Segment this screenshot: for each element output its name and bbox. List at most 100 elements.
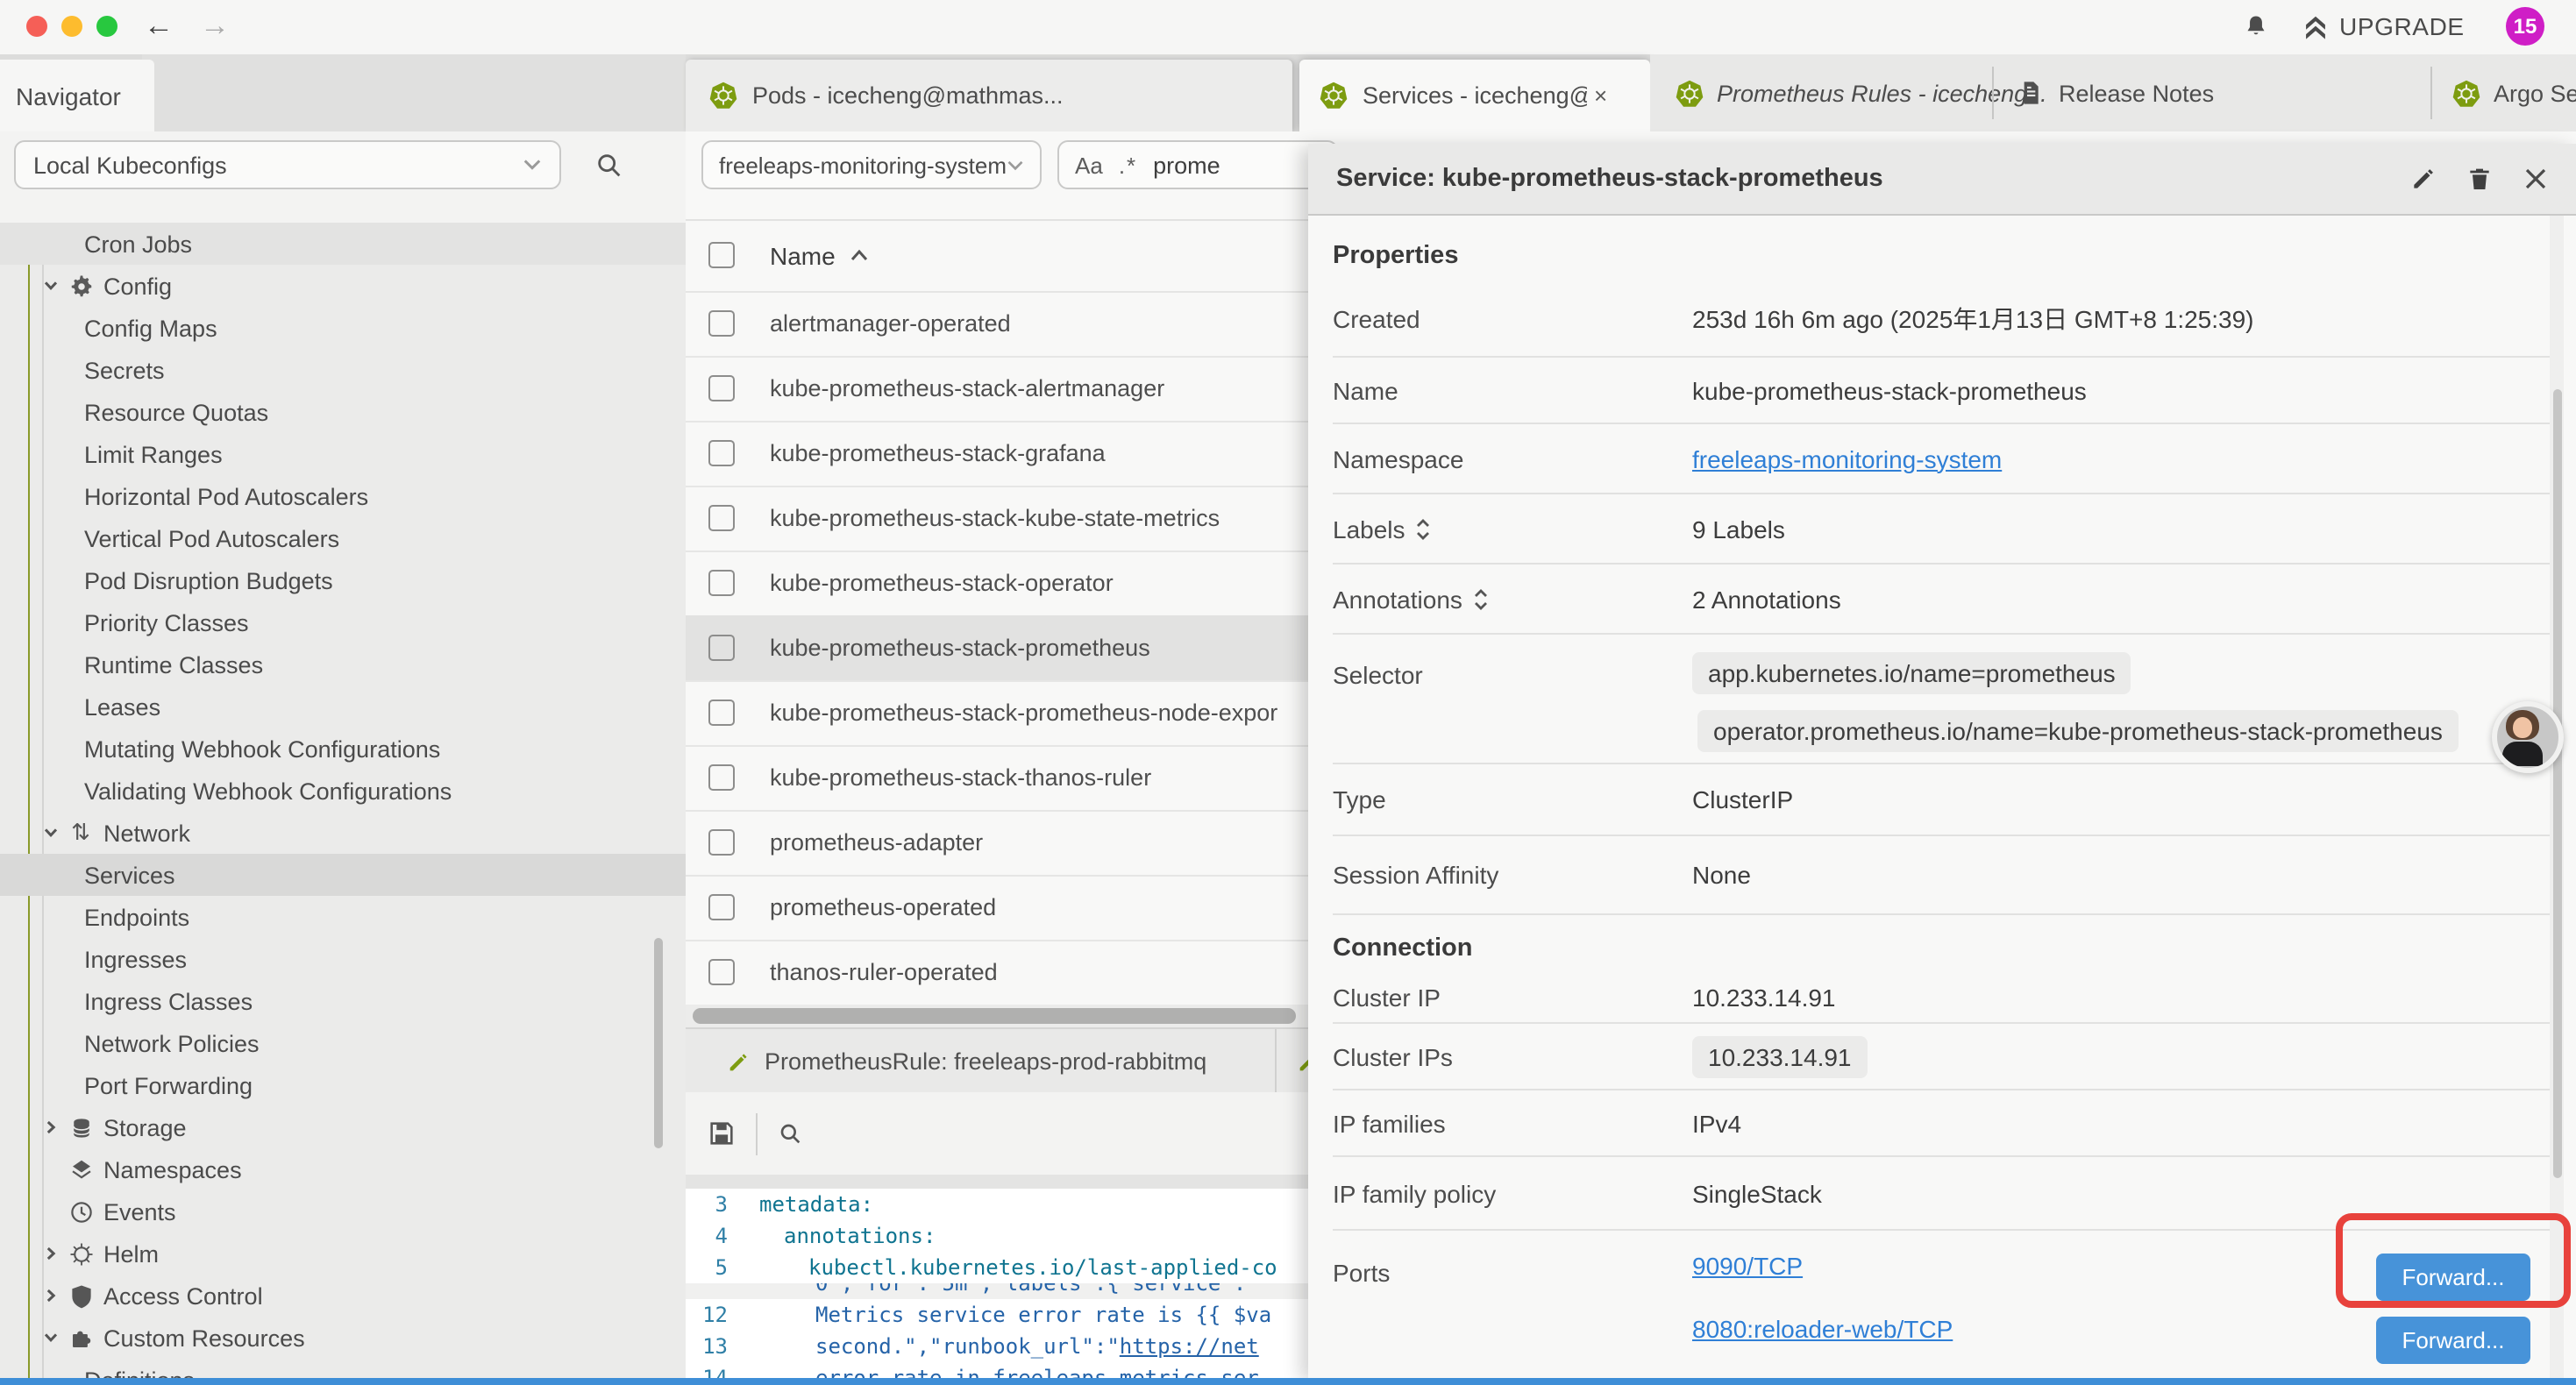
sidebar-item-horizontal-pod-autoscalers[interactable]: Horizontal Pod Autoscalers <box>0 475 686 517</box>
selector-chip: app.kubernetes.io/name=prometheus <box>1692 652 2131 694</box>
row-checkbox[interactable] <box>708 894 735 920</box>
sidebar-item-secrets[interactable]: Secrets <box>0 349 686 391</box>
sidebar-item-endpoints[interactable]: Endpoints <box>0 896 686 938</box>
tab-divider <box>1992 67 1994 119</box>
save-icon[interactable] <box>707 1119 737 1148</box>
sidebar-item-limit-ranges[interactable]: Limit Ranges <box>0 433 686 475</box>
namespace-link[interactable]: freeleaps-monitoring-system <box>1692 444 2002 472</box>
sidebar-item-ingresses[interactable]: Ingresses <box>0 938 686 980</box>
name-column-header[interactable]: Name <box>770 241 836 269</box>
row-checkbox[interactable] <box>708 764 735 791</box>
sidebar-item-network-policies[interactable]: Network Policies <box>0 1022 686 1064</box>
kubeconfig-selector-value: Local Kubeconfigs <box>33 152 227 178</box>
tab-strip: Navigator Pods - icecheng@mathmas... Ser… <box>0 54 2576 131</box>
sidebar-item-access-control[interactable]: Access Control <box>0 1275 686 1317</box>
session-affinity-value: None <box>1692 861 1751 889</box>
user-avatar[interactable] <box>2492 701 2564 773</box>
row-checkbox[interactable] <box>708 700 735 726</box>
sidebar-item-services[interactable]: Services <box>0 854 686 896</box>
row-checkbox[interactable] <box>708 959 735 985</box>
tab-label: Pods - icecheng@mathmas... <box>752 82 1064 109</box>
service-details-panel: Service: kube-prometheus-stack-prometheu… <box>1308 144 2576 1378</box>
row-checkbox[interactable] <box>708 635 735 661</box>
upgrade-chevrons-icon[interactable] <box>2301 14 2330 40</box>
sidebar-item-runtime-classes[interactable]: Runtime Classes <box>0 643 686 685</box>
tab-release-notes[interactable]: Release Notes <box>2017 54 2214 131</box>
sidebar-item-config-maps[interactable]: Config Maps <box>0 307 686 349</box>
sidebar-item-priority-classes[interactable]: Priority Classes <box>0 601 686 643</box>
row-checkbox[interactable] <box>708 440 735 466</box>
sort-ascending-icon[interactable] <box>850 247 871 263</box>
navigator-panel-tab[interactable]: Navigator <box>0 60 154 131</box>
row-checkbox[interactable] <box>708 829 735 856</box>
select-all-checkbox[interactable] <box>708 242 735 268</box>
details-scrollbar-thumb[interactable] <box>2553 389 2562 1178</box>
forward-port-button[interactable]: Forward... <box>2376 1317 2530 1364</box>
namespace-filter-value: freeleaps-monitoring-system <box>719 152 1007 178</box>
search-icon[interactable] <box>594 151 624 181</box>
match-case-toggle[interactable]: Aa <box>1075 152 1103 178</box>
sidebar-item-config[interactable]: Config <box>0 265 686 307</box>
clock-icon <box>67 1197 95 1225</box>
selector-row: Selector app.kubernetes.io/name=promethe… <box>1333 635 2557 764</box>
kubeconfig-selector[interactable]: Local Kubeconfigs <box>14 140 561 189</box>
red-annotation-box <box>2336 1213 2571 1308</box>
sidebar-item-resource-quotas[interactable]: Resource Quotas <box>0 391 686 433</box>
row-checkbox[interactable] <box>708 505 735 531</box>
namespace-filter-select[interactable]: freeleaps-monitoring-system <box>701 140 1042 189</box>
row-checkbox[interactable] <box>708 570 735 596</box>
search-input[interactable]: Aa .* prome <box>1057 140 1338 189</box>
minimize-window-light[interactable] <box>61 16 82 37</box>
delete-trash-icon[interactable] <box>2457 156 2502 202</box>
kubernetes-icon <box>1319 81 1348 110</box>
runbook-url-link[interactable]: https://net <box>1120 1334 1259 1359</box>
annotations-count[interactable]: 2 Annotations <box>1692 585 1841 613</box>
dock-tab-prometheusrule[interactable]: PrometheusRule: freeleaps-prod-rabbitmq <box>686 1048 1275 1075</box>
close-window-light[interactable] <box>26 16 47 37</box>
bell-icon[interactable] <box>2241 12 2271 42</box>
close-icon[interactable] <box>2513 156 2558 202</box>
tab-services-active[interactable]: Services - icecheng@math... × <box>1299 60 1650 131</box>
tab-argo[interactable]: Argo Se <box>2451 54 2576 131</box>
row-checkbox[interactable] <box>708 375 735 401</box>
back-arrow-icon[interactable]: ← <box>144 9 174 44</box>
editor-search-icon[interactable] <box>777 1119 805 1147</box>
notification-badge[interactable]: 15 <box>2506 7 2544 46</box>
close-tab-icon[interactable]: × <box>1594 82 1607 109</box>
app-window: ← → UPGRADE 15 Navigator Pods - icecheng… <box>0 0 2576 1385</box>
sidebar-item-port-forwarding[interactable]: Port Forwarding <box>0 1064 686 1106</box>
forward-arrow-icon[interactable]: → <box>200 9 230 44</box>
sidebar-item-cron-jobs[interactable]: Cron Jobs <box>0 223 686 265</box>
tab-pods[interactable]: Pods - icecheng@mathmas... <box>686 60 1292 131</box>
sidebar-item-storage[interactable]: Storage <box>0 1106 686 1148</box>
sidebar-item-network[interactable]: ⇅ Network <box>0 812 686 854</box>
expand-chevrons-icon[interactable] <box>1473 586 1489 611</box>
kubernetes-icon <box>708 81 738 110</box>
sidebar-item-events[interactable]: Events <box>0 1190 686 1232</box>
network-arrows-icon: ⇅ <box>67 819 95 847</box>
port-link[interactable]: 9090/TCP <box>1692 1252 1953 1280</box>
sidebar-item-namespaces[interactable]: Namespaces <box>0 1148 686 1190</box>
maximize-window-light[interactable] <box>96 16 117 37</box>
sidebar-item-pod-disruption-budgets[interactable]: Pod Disruption Budgets <box>0 559 686 601</box>
port-link[interactable]: 8080:reloader-web/TCP <box>1692 1315 1953 1343</box>
sidebar-item-vertical-pod-autoscalers[interactable]: Vertical Pod Autoscalers <box>0 517 686 559</box>
row-checkbox[interactable] <box>708 310 735 337</box>
horizontal-scrollbar[interactable] <box>686 1005 1310 1027</box>
labels-count[interactable]: 9 Labels <box>1692 515 1785 543</box>
navigator-strip-filler <box>142 54 686 131</box>
edit-pencil-icon[interactable] <box>2401 156 2446 202</box>
regex-toggle[interactable]: .* <box>1119 152 1137 178</box>
sidebar-item-validating-webhook-configurations[interactable]: Validating Webhook Configurations <box>0 770 686 812</box>
expand-chevrons-icon[interactable] <box>1416 516 1432 541</box>
upgrade-button[interactable]: UPGRADE <box>2339 12 2465 40</box>
sidebar-item-mutating-webhook-configurations[interactable]: Mutating Webhook Configurations <box>0 728 686 770</box>
horizontal-scrollbar-thumb[interactable] <box>693 1008 1296 1024</box>
sidebar-item-leases[interactable]: Leases <box>0 685 686 728</box>
tab-label: Release Notes <box>2059 80 2214 106</box>
sidebar-item-helm[interactable]: Helm <box>0 1232 686 1275</box>
tab-prometheus-rules[interactable]: Prometheus Rules - icecheng... <box>1675 54 2047 131</box>
sidebar-scrollbar-thumb[interactable] <box>654 938 663 1148</box>
sidebar-item-ingress-classes[interactable]: Ingress Classes <box>0 980 686 1022</box>
sidebar-item-custom-resources[interactable]: Custom Resources <box>0 1317 686 1359</box>
